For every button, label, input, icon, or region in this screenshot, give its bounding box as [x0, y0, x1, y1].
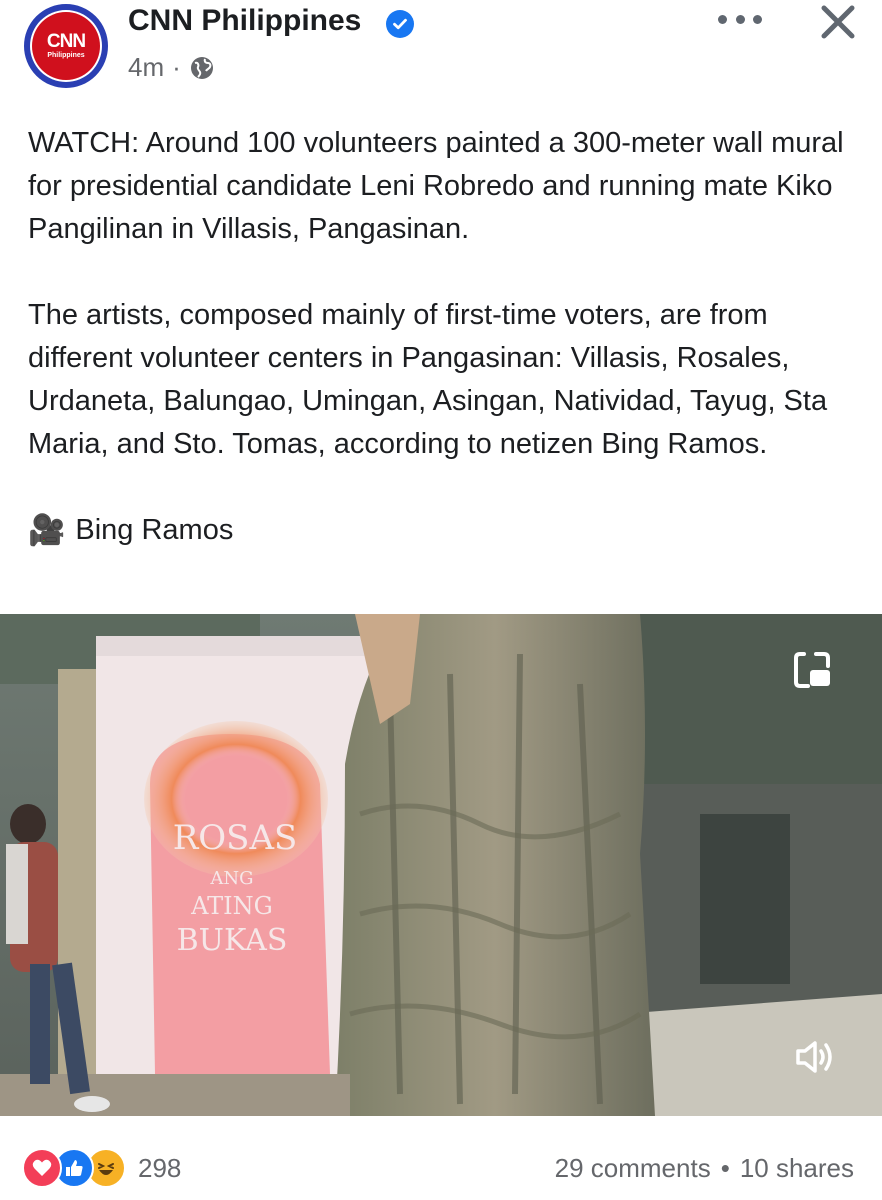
- stats-separator: •: [720, 1153, 730, 1183]
- page-name-link[interactable]: CNN Philippines: [128, 4, 361, 38]
- globe-icon: [190, 56, 213, 79]
- mural-text: ANG: [209, 868, 253, 889]
- mural-text: ATING: [190, 892, 273, 920]
- reaction-count[interactable]: 298: [138, 1153, 181, 1184]
- post-header: CNN Philippines CNN Philippines 4m ·: [0, 0, 882, 100]
- post-paragraph: The artists, composed mainly of first-ti…: [28, 299, 828, 460]
- page-avatar[interactable]: CNN Philippines: [24, 4, 108, 88]
- mural-text: ROSAS: [173, 818, 298, 858]
- verified-badge-icon: [386, 10, 414, 38]
- post-meta: 4m ·: [128, 52, 215, 83]
- reactions-summary[interactable]: [22, 1148, 126, 1188]
- video-frame: ROSAS ANG ATING BUKAS: [0, 614, 882, 1116]
- post-body: WATCH: Around 100 volunteers painted a 3…: [28, 122, 868, 552]
- cnn-logo: CNN Philippines: [32, 12, 100, 80]
- volume-icon[interactable]: [792, 1034, 838, 1080]
- credit-name: Bing Ramos: [75, 514, 234, 546]
- post-timestamp[interactable]: 4m: [128, 52, 164, 83]
- picture-in-picture-icon[interactable]: [790, 648, 834, 692]
- close-icon[interactable]: [818, 2, 858, 42]
- video-camera-icon: 🎥: [28, 514, 66, 547]
- more-options-icon[interactable]: [718, 4, 762, 34]
- meta-separator: ·: [172, 52, 181, 82]
- engagement-stats: 29 comments • 10 shares: [555, 1153, 854, 1184]
- post-paragraph: WATCH: Around 100 volunteers painted a 3…: [28, 127, 844, 245]
- video-player[interactable]: ROSAS ANG ATING BUKAS: [0, 614, 882, 1116]
- shares-count-link[interactable]: 10 shares: [740, 1153, 854, 1184]
- video-credit: 🎥 Bing Ramos: [28, 509, 868, 552]
- love-reaction-icon: [22, 1148, 62, 1188]
- post-footer: 298 29 comments • 10 shares: [0, 1140, 882, 1200]
- mural-text: BUKAS: [177, 923, 288, 958]
- comments-count-link[interactable]: 29 comments: [555, 1153, 711, 1184]
